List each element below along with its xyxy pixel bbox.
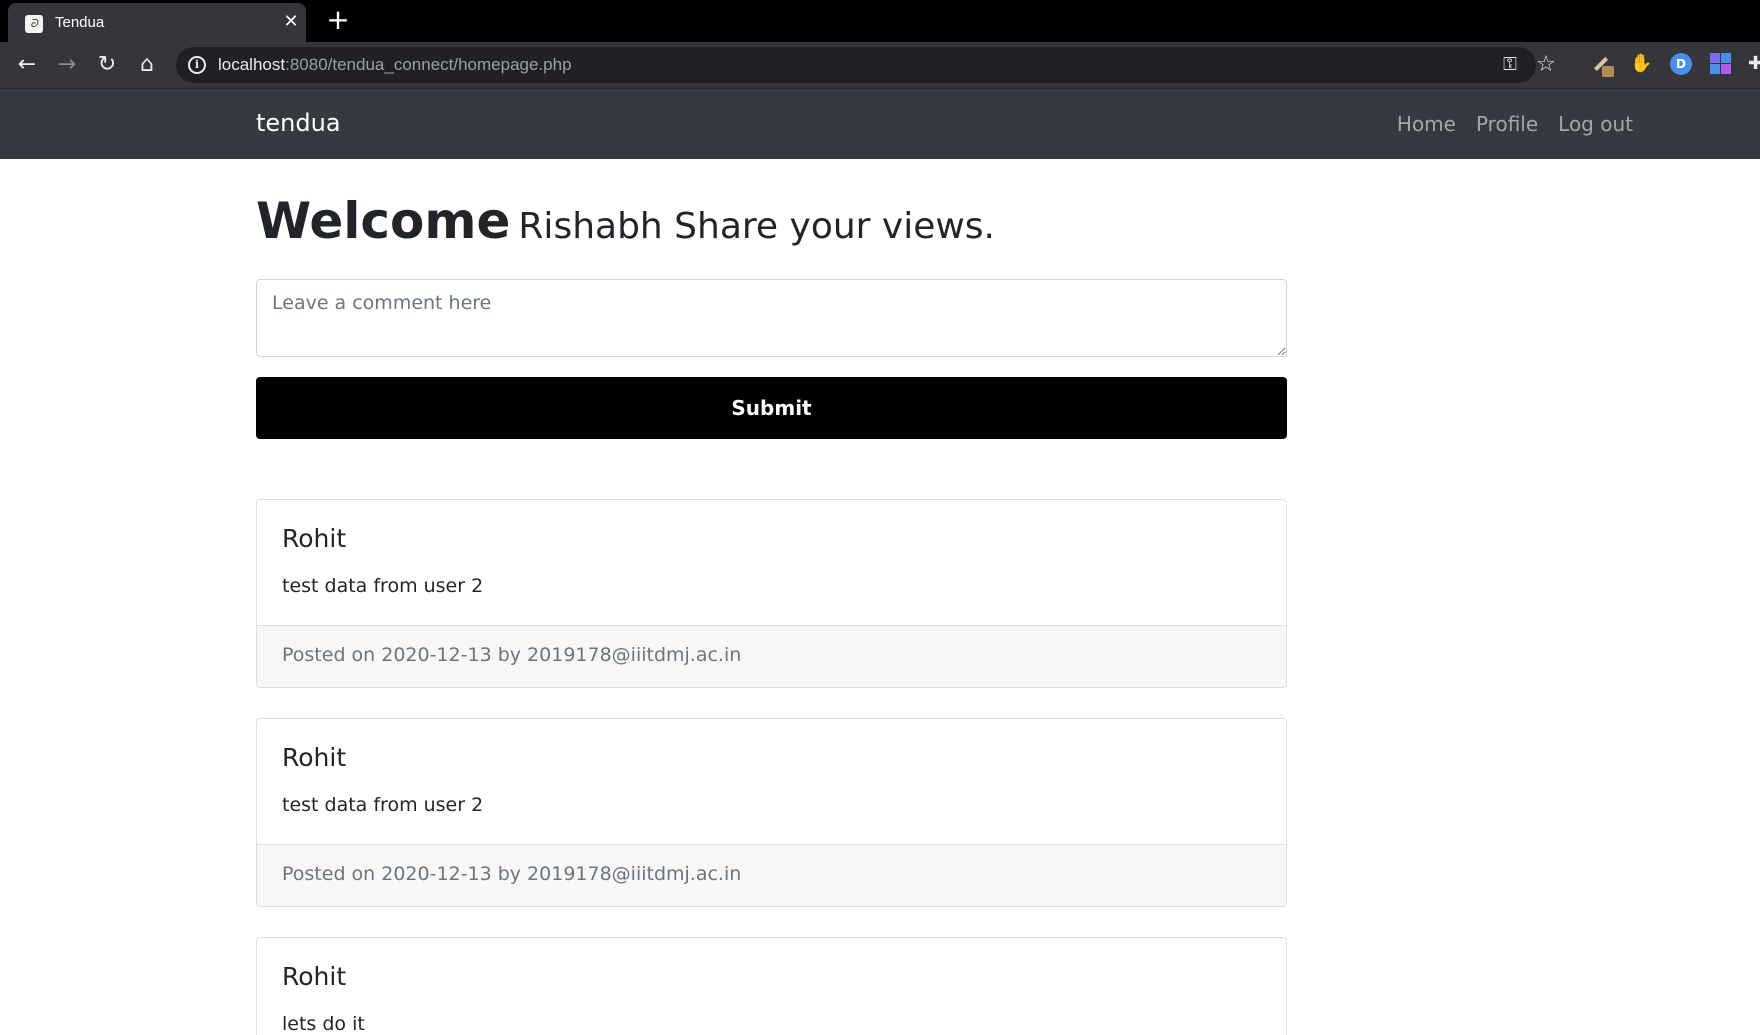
welcome-heading: Welcome	[256, 192, 511, 250]
reload-icon[interactable]: ↻	[92, 50, 122, 80]
close-tab-icon[interactable]: ✕	[281, 12, 301, 32]
key-icon[interactable]: ⚿	[1498, 53, 1522, 77]
post-card-body: Rohit lets do it	[257, 938, 1286, 1035]
browser-tab-strip: ᘒ Tendua ✕ +	[0, 0, 1760, 42]
new-tab-button[interactable]: +	[325, 6, 351, 34]
puzzle-extension-icon[interactable]: ✚	[1748, 53, 1760, 75]
post-text: lets do it	[282, 1013, 365, 1035]
comment-input[interactable]	[256, 279, 1287, 357]
hand-extension-icon[interactable]: ✋	[1630, 53, 1652, 75]
bookmark-star-icon[interactable]: ☆	[1534, 53, 1558, 77]
browser-toolbar: ← → ↻ ⌂ i localhost:8080/tendua_connect/…	[0, 42, 1760, 89]
browser-tab[interactable]: ᘒ Tendua ✕	[8, 3, 306, 42]
post-card-body: Rohit test data from user 2	[257, 500, 1286, 625]
submit-button[interactable]: Submit	[256, 377, 1287, 439]
nav-links: Home Profile Log out	[1397, 112, 1633, 136]
back-arrow-icon[interactable]: ←	[12, 50, 42, 80]
post-author: Rohit	[282, 524, 347, 553]
post-card-footer: Posted on 2020-12-13 by 2019178@iiitdmj.…	[257, 625, 1286, 687]
site-info-icon[interactable]: i	[188, 56, 206, 74]
post-card: Rohit test data from user 2 Posted on 20…	[256, 718, 1287, 907]
nav-link-profile[interactable]: Profile	[1476, 112, 1538, 136]
post-meta: Posted on 2020-12-13 by 2019178@iiitdmj.…	[282, 863, 742, 885]
post-meta: Posted on 2020-12-13 by 2019178@iiitdmj.…	[282, 644, 742, 666]
post-card-footer: Posted on 2020-12-13 by 2019178@iiitdmj.…	[257, 844, 1286, 906]
pen-extension-icon[interactable]	[1590, 53, 1614, 77]
d-extension-icon[interactable]: D	[1670, 53, 1692, 75]
post-author: Rohit	[282, 743, 347, 772]
post-card-body: Rohit test data from user 2	[257, 719, 1286, 844]
page-title: Welcome Rishabh Share your views.	[256, 192, 995, 250]
post-text: test data from user 2	[282, 575, 484, 597]
post-card: Rohit test data from user 2 Posted on 20…	[256, 499, 1287, 688]
post-card: Rohit lets do it	[256, 937, 1287, 1035]
nav-link-home[interactable]: Home	[1397, 112, 1456, 136]
nav-link-logout[interactable]: Log out	[1558, 112, 1633, 136]
tab-title: Tendua	[55, 14, 105, 31]
grid-extension-icon[interactable]	[1710, 53, 1732, 75]
tab-favicon-icon: ᘒ	[25, 15, 43, 33]
post-author: Rohit	[282, 962, 347, 991]
post-text: test data from user 2	[282, 794, 484, 816]
site-navbar: tendua Home Profile Log out	[0, 89, 1760, 159]
welcome-subheading: Rishabh Share your views.	[518, 206, 995, 247]
url-text[interactable]: localhost:8080/tendua_connect/homepage.p…	[218, 55, 572, 75]
address-bar[interactable]: i localhost:8080/tendua_connect/homepage…	[176, 47, 1556, 83]
brand-logo[interactable]: tendua	[256, 109, 341, 137]
home-icon[interactable]: ⌂	[132, 50, 162, 80]
forward-arrow-icon[interactable]: →	[52, 50, 82, 80]
